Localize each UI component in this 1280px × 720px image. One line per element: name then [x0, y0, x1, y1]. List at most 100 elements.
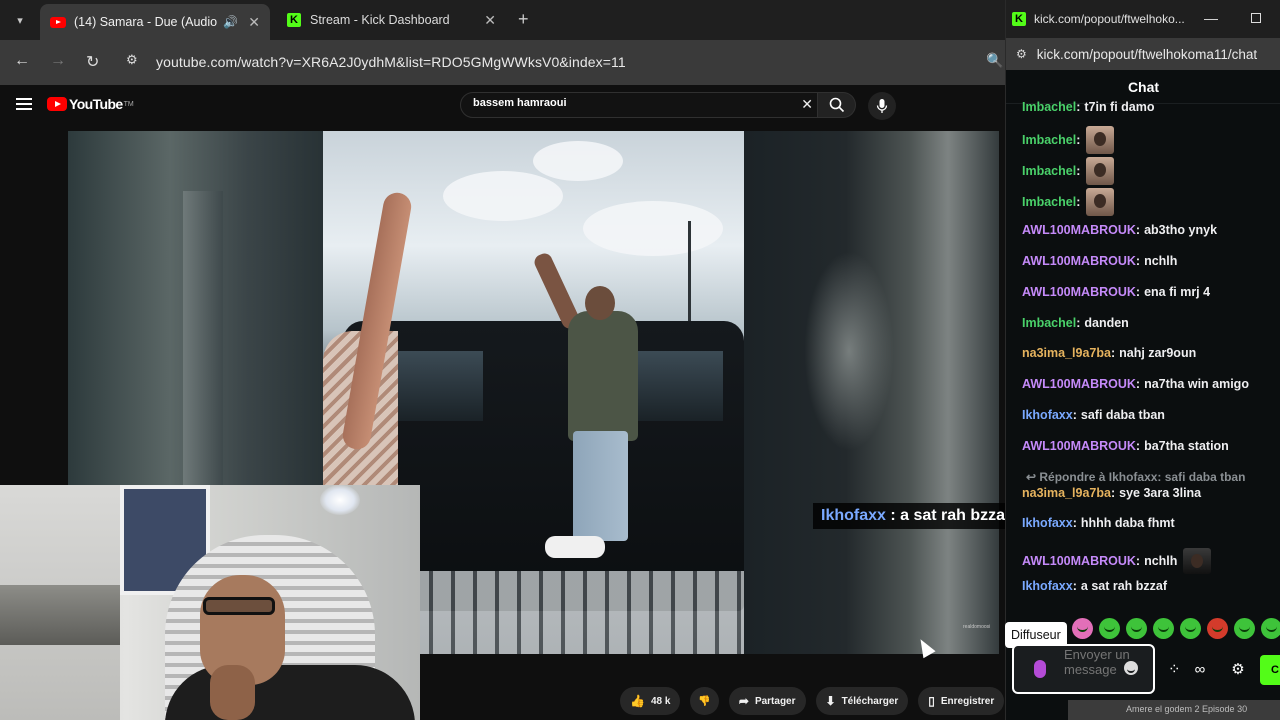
chat-username[interactable]: AWL100MABROUK	[1022, 285, 1136, 299]
chat-emote-icon	[1086, 188, 1115, 216]
chat-message-text: na7tha win amigo	[1144, 377, 1249, 391]
emote-icon[interactable]	[1126, 618, 1147, 639]
thumbs-up-icon: 👍	[630, 694, 645, 708]
blurred-background-right	[744, 131, 999, 654]
chat-message[interactable]: AWL100MABROUK: ab3tho ynyk	[1022, 223, 1217, 237]
chat-username[interactable]: Imbachel	[1022, 164, 1076, 178]
voice-search-button[interactable]	[868, 92, 896, 120]
like-button[interactable]: 👍 48 k	[620, 687, 681, 715]
chat-username[interactable]: AWL100MABROUK	[1022, 377, 1136, 391]
send-chat-button[interactable]: C	[1260, 655, 1280, 685]
microphone-icon	[876, 99, 888, 113]
chat-username[interactable]: Imbachel	[1022, 133, 1076, 147]
chat-message[interactable]: na3ima_l9a7ba: sye 3ara 3lina	[1022, 486, 1201, 500]
emoji-picker-icon[interactable]	[1124, 661, 1138, 675]
emote-icon[interactable]	[1180, 618, 1201, 639]
chat-message[interactable]: Imbachel:	[1022, 188, 1115, 216]
chat-message[interactable]: Imbachel:	[1022, 157, 1115, 185]
close-tab-icon[interactable]: ✕	[248, 14, 260, 31]
chat-message[interactable]: AWL100MABROUK: na7tha win amigo	[1022, 377, 1249, 391]
search-button[interactable]	[818, 92, 856, 118]
dislike-button[interactable]: 👎	[690, 687, 719, 715]
youtube-play-icon	[47, 97, 67, 111]
chat-username[interactable]: AWL100MABROUK	[1022, 254, 1136, 268]
emote-icon[interactable]	[1234, 618, 1255, 639]
chat-message[interactable]: AWL100MABROUK: ena fi mrj 4	[1022, 285, 1210, 299]
url-text[interactable]: youtube.com/watch?v=XR6A2J0ydhM&list=RDO…	[156, 54, 626, 70]
screen: ▾ (14) Samara - Due (Audio) ( 🔊 ✕ K Stre…	[0, 0, 1280, 720]
address-bar: ← → ↻ ⚙ youtube.com/watch?v=XR6A2J0ydhM&…	[0, 40, 1005, 85]
kick-address-bar: ⚙ kick.com/popout/ftwelhokoma11/chat	[1006, 38, 1280, 70]
chat-message[interactable]: AWL100MABROUK: ba7tha station	[1022, 439, 1229, 453]
chat-message-text: safi daba tban	[1080, 408, 1165, 422]
underlying-window-strip: Amere el godem 2 Episode 30	[1068, 700, 1280, 720]
tab-kick-dashboard[interactable]: K Stream - Kick Dashboard ✕	[276, 6, 506, 34]
chat-message-text: ba7tha station	[1144, 439, 1229, 453]
hamburger-menu-icon[interactable]	[16, 98, 32, 110]
reload-icon[interactable]: ↻	[86, 52, 99, 72]
share-icon: ➦	[738, 694, 749, 708]
chat-username[interactable]: AWL100MABROUK	[1022, 223, 1136, 237]
reply-arrow-icon: ↩	[1026, 470, 1040, 484]
chat-message[interactable]: Ikhofaxx: hhhh daba fhmt	[1022, 516, 1175, 530]
chat-username[interactable]: Imbachel	[1022, 316, 1076, 330]
site-settings-icon[interactable]: ⚙	[126, 52, 146, 72]
new-tab-icon[interactable]: +	[518, 9, 529, 30]
chat-username[interactable]: AWL100MABROUK	[1022, 439, 1136, 453]
speaker-icon[interactable]: 🔊	[223, 15, 238, 29]
chat-message[interactable]: Imbachel: t7in fi damo	[1022, 100, 1155, 114]
chat-username[interactable]: Ikhofaxx	[1022, 408, 1073, 422]
site-settings-icon[interactable]: ⚙	[1016, 47, 1027, 61]
chat-username[interactable]: na3ima_l9a7ba	[1022, 486, 1111, 500]
chat-message[interactable]: AWL100MABROUK: nchlh	[1022, 548, 1212, 574]
chat-username[interactable]: Ikhofaxx	[1022, 579, 1073, 593]
infinity-icon[interactable]: ∞	[1195, 661, 1206, 678]
emote-icon[interactable]	[1153, 618, 1174, 639]
chat-username[interactable]: Imbachel	[1022, 100, 1076, 114]
chat-message[interactable]: Ikhofaxx: a sat rah bzzaf	[1022, 579, 1167, 593]
chat-message[interactable]: Imbachel: danden	[1022, 316, 1129, 330]
chat-username[interactable]: AWL100MABROUK	[1022, 554, 1136, 568]
chat-input-box	[1012, 644, 1155, 694]
save-button[interactable]: ▯ Enregistrer	[918, 687, 1005, 715]
zoom-icon[interactable]: 🔍	[986, 52, 1003, 69]
close-tab-icon[interactable]: ✕	[484, 12, 496, 29]
video-actions: 👍 48 k 👎 ➦ Partager ⬇ Télécharger ▯ Enregist…	[620, 686, 1041, 716]
chat-message-text: t7in fi damo	[1084, 100, 1155, 114]
kick-url[interactable]: kick.com/popout/ftwelhokoma11/chat	[1037, 47, 1257, 62]
minimize-icon[interactable]: —	[1204, 10, 1218, 26]
kick-dots-icon[interactable]: ⁘	[1168, 660, 1181, 678]
chat-message-text: danden	[1084, 316, 1129, 330]
maximize-icon[interactable]	[1251, 13, 1261, 23]
search-input[interactable]	[473, 97, 783, 109]
kick-favicon-icon: K	[1012, 12, 1026, 26]
emote-icon[interactable]	[1207, 618, 1228, 639]
share-button[interactable]: ➦ Partager	[728, 687, 806, 715]
chat-message[interactable]: na3ima_l9a7ba: nahj zar9oun	[1022, 346, 1196, 360]
tab-youtube[interactable]: (14) Samara - Due (Audio) ( 🔊 ✕	[40, 4, 270, 40]
broadcaster-badge-icon[interactable]	[1034, 660, 1046, 678]
download-button[interactable]: ⬇ Télécharger	[815, 687, 909, 715]
chat-message[interactable]: Imbachel:	[1022, 126, 1115, 154]
chat-message[interactable]: AWL100MABROUK: nchlh	[1022, 254, 1177, 268]
emote-icon[interactable]	[1072, 618, 1093, 639]
thumbs-down-icon: 👎	[698, 695, 711, 707]
chat-emote-icon	[1086, 157, 1115, 185]
back-arrow-icon[interactable]: ←	[14, 52, 30, 70]
kick-window-titlebar: K kick.com/popout/ftwelhoko... —	[1006, 0, 1280, 38]
chat-username[interactable]: Ikhofaxx	[1022, 516, 1073, 530]
clear-search-icon[interactable]: ✕	[801, 96, 813, 113]
settings-gear-icon[interactable]: ⚙	[1231, 660, 1244, 678]
youtube-logo[interactable]: YouTube TM	[47, 96, 134, 112]
emote-icon[interactable]	[1099, 618, 1120, 639]
chat-emote-icon	[1086, 126, 1115, 154]
video-watermark: realdomoosi	[963, 624, 991, 630]
chat-username[interactable]: Imbachel	[1022, 195, 1076, 209]
chat-message[interactable]: Ikhofaxx: safi daba tban	[1022, 408, 1165, 422]
emote-icon[interactable]	[1261, 618, 1280, 639]
tab-title: Stream - Kick Dashboard	[310, 13, 450, 27]
chat-username[interactable]: na3ima_l9a7ba	[1022, 346, 1111, 360]
forward-arrow-icon[interactable]: →	[50, 52, 66, 70]
tab-search-button[interactable]: ▾	[8, 8, 32, 32]
reply-indicator: ↩ Répondre à Ikhofaxx: safi daba tban	[1026, 470, 1246, 484]
